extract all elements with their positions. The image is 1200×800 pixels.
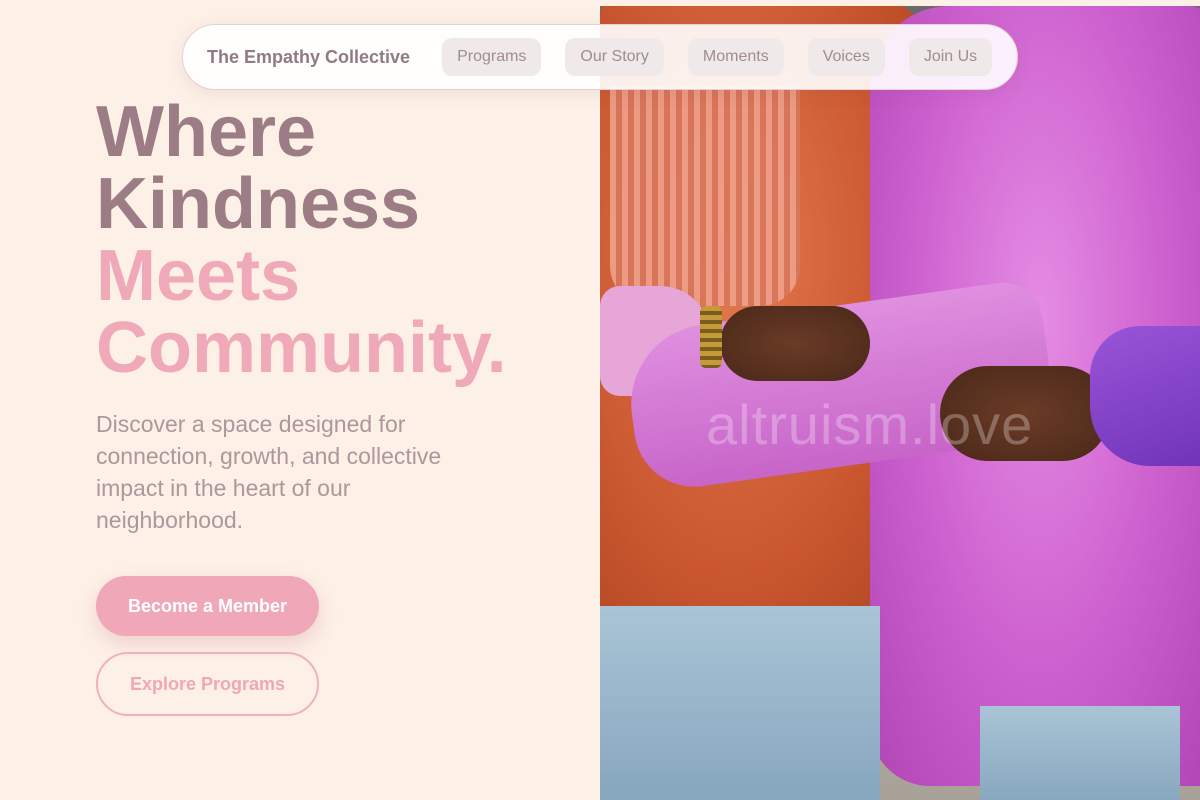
hero-title-line-2: Kindness — [96, 164, 421, 244]
hero-title-accent-line-1: Meets — [96, 236, 301, 316]
nav-link-our-story[interactable]: Our Story — [565, 38, 664, 76]
hero-subtitle: Discover a space designed for connection… — [96, 411, 442, 533]
brand-name[interactable]: The Empathy Collective — [207, 47, 410, 68]
hero-photo: altruism.love — [600, 6, 1200, 800]
photo-watermark: altruism.love — [706, 393, 1034, 456]
nav-link-programs[interactable]: Programs — [442, 38, 542, 76]
denim-jeans-left — [600, 606, 880, 800]
clasped-hand-left — [720, 306, 870, 381]
purple-sleeve — [1090, 326, 1200, 466]
coat-fringe — [610, 86, 800, 306]
nav-link-join-us[interactable]: Join Us — [908, 38, 993, 76]
explore-programs-button[interactable]: Explore Programs — [96, 652, 319, 716]
hero-title: Where Kindness Meets Community. — [96, 96, 596, 384]
hero-title-line-1: Where — [96, 92, 317, 172]
hero-title-accent-line-2: Community. — [96, 308, 507, 388]
top-navigation: The Empathy Collective Programs Our Stor… — [182, 24, 1018, 90]
denim-jeans-right — [980, 706, 1180, 800]
nav-links: Programs Our Story Moments Voices Join U… — [442, 38, 993, 76]
nav-link-moments[interactable]: Moments — [687, 38, 784, 76]
wristwatch — [700, 306, 722, 368]
nav-link-voices[interactable]: Voices — [807, 38, 885, 76]
become-member-button[interactable]: Become a Member — [96, 576, 319, 636]
